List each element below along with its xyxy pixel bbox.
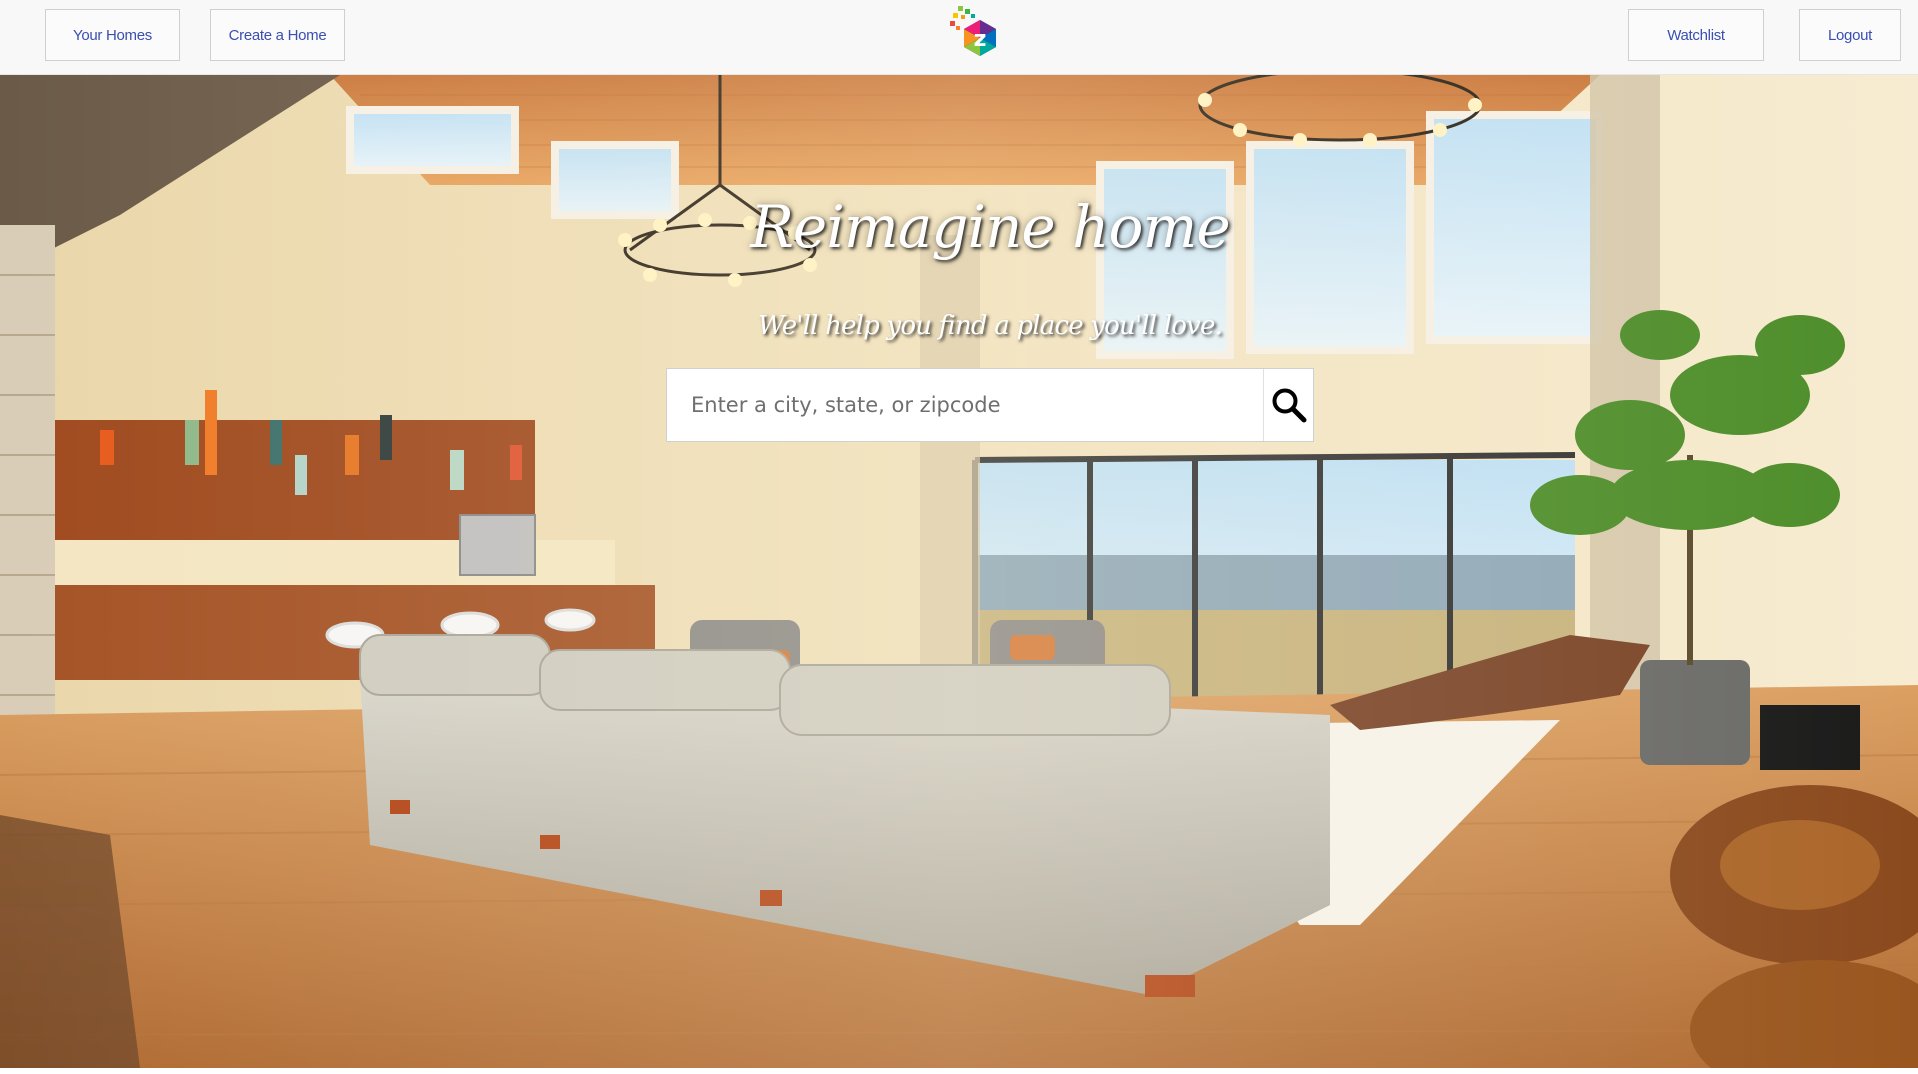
- your-homes-button[interactable]: Your Homes: [45, 9, 180, 61]
- hero-subtitle: We'll help you find a place you'll love.: [757, 311, 1223, 341]
- hero-title: Reimagine home: [750, 193, 1231, 261]
- search-icon: [1272, 388, 1306, 423]
- logout-button[interactable]: Logout: [1799, 9, 1901, 61]
- location-search-input[interactable]: [667, 369, 1263, 441]
- colorful-z-logo-icon[interactable]: z: [944, 2, 1002, 68]
- location-search-bar: [666, 368, 1314, 442]
- top-navbar: Your Homes Create a Home z Watchlist Log…: [0, 0, 1918, 75]
- logo-letter: z: [974, 27, 987, 52]
- search-button[interactable]: [1263, 369, 1313, 441]
- hero-section: Reimagine home We'll help you find a pla…: [0, 75, 1918, 1068]
- watchlist-button[interactable]: Watchlist: [1628, 9, 1764, 61]
- create-a-home-button[interactable]: Create a Home: [210, 9, 345, 61]
